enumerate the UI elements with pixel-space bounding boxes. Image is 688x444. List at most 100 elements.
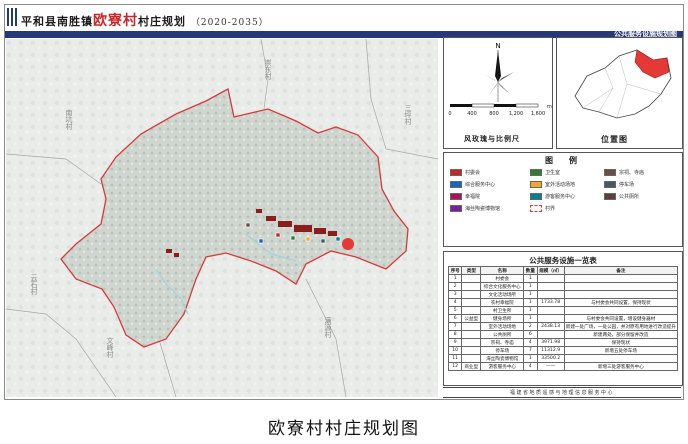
table-cell: 1733.78 xyxy=(536,298,565,307)
title-accent: 欧寮村 xyxy=(93,13,138,29)
facilities-table: 序号 类型 名称 数量 规模（㎡） 备注 1 村委会 1 2 综合文化服务中心 1 3 文化活… xyxy=(447,266,679,371)
table-cell: 6 xyxy=(447,314,463,323)
column-header: 类型 xyxy=(461,266,482,275)
table-cell xyxy=(461,338,482,347)
table-cell: 1 xyxy=(447,274,463,283)
legend-item: 停车场 xyxy=(604,181,634,189)
table-cell: 4 xyxy=(447,298,463,307)
table-cell: 3 xyxy=(447,290,463,299)
legend-swatch xyxy=(450,193,462,200)
north-label: N xyxy=(495,42,500,50)
map-sheet: 平和县南胜镇欧寮村村庄规划 （2020-2035） 公共服务设施规划图 崇东村 … xyxy=(4,4,684,400)
legend-item-label: 综合服务中心 xyxy=(465,182,496,188)
neighbor-label-bottom-mid: 文峰村 xyxy=(106,336,114,358)
table-cell xyxy=(563,274,679,283)
legend-item: 村委会 xyxy=(450,169,480,177)
legend-swatch xyxy=(604,169,616,176)
table-cell: 2 xyxy=(447,282,463,291)
table-cell: 文化活动场所 xyxy=(480,290,525,299)
legend-item: 卫生室 xyxy=(530,169,560,177)
table-cell xyxy=(461,274,482,283)
scale-tick-label: 400 xyxy=(467,111,477,117)
table-cell: 农村幸福院 xyxy=(480,298,525,307)
footer-org: 福建省地质遥感与地理信息服务中心 xyxy=(509,390,614,396)
table-cell: 健身场所 xyxy=(480,314,525,323)
legend-swatch xyxy=(450,181,462,188)
legend-item: 村界 xyxy=(530,205,555,213)
table-cell xyxy=(563,306,679,315)
table-cell xyxy=(536,290,565,299)
planning-map-svg: 崇东村 南坑村 三坪村 云石村 文峰村 满源村 xyxy=(5,38,439,398)
compass-panel: N 0 400 800 1,200 1,600 m 风玫瑰与比例尺 xyxy=(443,37,553,149)
table-cell: 7 xyxy=(523,346,538,355)
table-cell: 与村委会共同设置，增设健身器材 xyxy=(563,314,679,323)
table-cell xyxy=(461,322,482,331)
compass-caption: 风玫瑰与比例尺 xyxy=(464,135,520,143)
table-cell xyxy=(461,330,482,339)
table-cell: 4 xyxy=(523,338,538,347)
table-row: 4 农村幸福院 1 1733.78 与村委会共同设置，保持现状 xyxy=(447,298,679,307)
figure-caption: 欧寮村村庄规划图 xyxy=(268,419,420,439)
legend-item: 游客服务中心 xyxy=(530,193,575,201)
legend-item: 宗祠、寺庙 xyxy=(604,169,644,177)
sheet-title: 平和县南胜镇欧寮村村庄规划 （2020-2035） xyxy=(21,10,269,30)
table-cell: 6 xyxy=(523,330,538,339)
table-cell: 商业型 xyxy=(461,362,482,371)
facilities-table-title: 公共服务设施一览表 xyxy=(529,256,597,265)
legend-item: 幸福院 xyxy=(450,193,480,201)
neighbor-label-left: 南坑村 xyxy=(65,108,73,130)
table-cell: 新增三处游客服务中心 xyxy=(563,362,679,371)
column-header: 名称 xyxy=(480,266,525,275)
table-cell: 村委会 xyxy=(480,274,525,283)
legend-swatch xyxy=(604,181,616,188)
table-cell xyxy=(461,306,482,315)
table-cell: 1 xyxy=(523,306,538,315)
table-row: 12 商业型 游客服务中心 4 —— 新增三处游客服务中心 xyxy=(447,362,679,371)
column-header: 数量 xyxy=(523,266,538,275)
table-cell: 综合文化服务中心 xyxy=(480,282,525,291)
table-row: 2 综合文化服务中心 1 xyxy=(447,282,679,291)
title-prefix: 平和县南胜镇 xyxy=(21,15,93,28)
table-cell: 11312.9 xyxy=(536,346,565,355)
title-bar: 平和县南胜镇欧寮村村庄规划 （2020-2035） xyxy=(5,5,683,29)
legend-item-label: 村委会 xyxy=(465,170,481,176)
table-cell: 11 xyxy=(447,354,463,363)
table-cell xyxy=(563,282,679,291)
table-cell: 1 xyxy=(523,354,538,363)
table-cell: 1 xyxy=(523,274,538,283)
museum-site xyxy=(342,238,354,250)
table-row: 10 停车场 7 11312.9 新增五处停车场 xyxy=(447,346,679,355)
table-row: 8 公共厕所 6 新建两处，部分保留并改造 xyxy=(447,330,679,339)
facilities-table-body: 1 村委会 1 2 综合文化服务中心 1 3 文化活动场所 1 4 农村幸福院 1 1733.78 与村委… xyxy=(447,274,679,371)
legend-item-label: 海丝陶瓷博物馆 xyxy=(465,206,501,212)
scale-tick-label: 1,600 xyxy=(531,111,545,117)
table-cell: 村卫生所 xyxy=(480,306,525,315)
compass-svg: N 0 400 800 1,200 1,600 m xyxy=(448,42,552,117)
title-stripes xyxy=(7,8,17,26)
scale-unit: m xyxy=(547,104,552,110)
legend-item-label: 幸福院 xyxy=(465,194,481,200)
neighbor-label-bottom-left: 云石村 xyxy=(30,274,38,295)
legend-swatch xyxy=(530,169,542,176)
table-cell: 10 xyxy=(447,346,463,355)
legend-item-label: 宗祠、寺庙 xyxy=(619,170,645,176)
table-cell xyxy=(461,290,482,299)
legend-swatch xyxy=(530,193,542,200)
table-header-row: 序号 类型 名称 数量 规模（㎡） 备注 xyxy=(447,266,679,275)
locator-caption: 位置图 xyxy=(601,135,628,144)
table-row: 9 宗祠、寺庙 4 3971.98 保持现状 xyxy=(447,338,679,347)
table-cell xyxy=(461,346,482,355)
legend-swatch xyxy=(530,205,542,212)
table-cell: 12 xyxy=(447,362,463,371)
table-cell: —— xyxy=(536,362,565,371)
legend-item-label: 村界 xyxy=(545,206,556,212)
table-cell: 2438.13 xyxy=(536,322,565,331)
legend-item-label: 游客服务中心 xyxy=(545,194,576,200)
table-cell xyxy=(536,330,565,339)
table-cell xyxy=(536,314,565,323)
legend-swatch xyxy=(604,193,616,200)
table-cell: 9 xyxy=(447,338,463,347)
table-cell: 保持现状 xyxy=(563,338,679,347)
table-cell xyxy=(563,290,679,299)
legend-swatch xyxy=(530,181,542,188)
